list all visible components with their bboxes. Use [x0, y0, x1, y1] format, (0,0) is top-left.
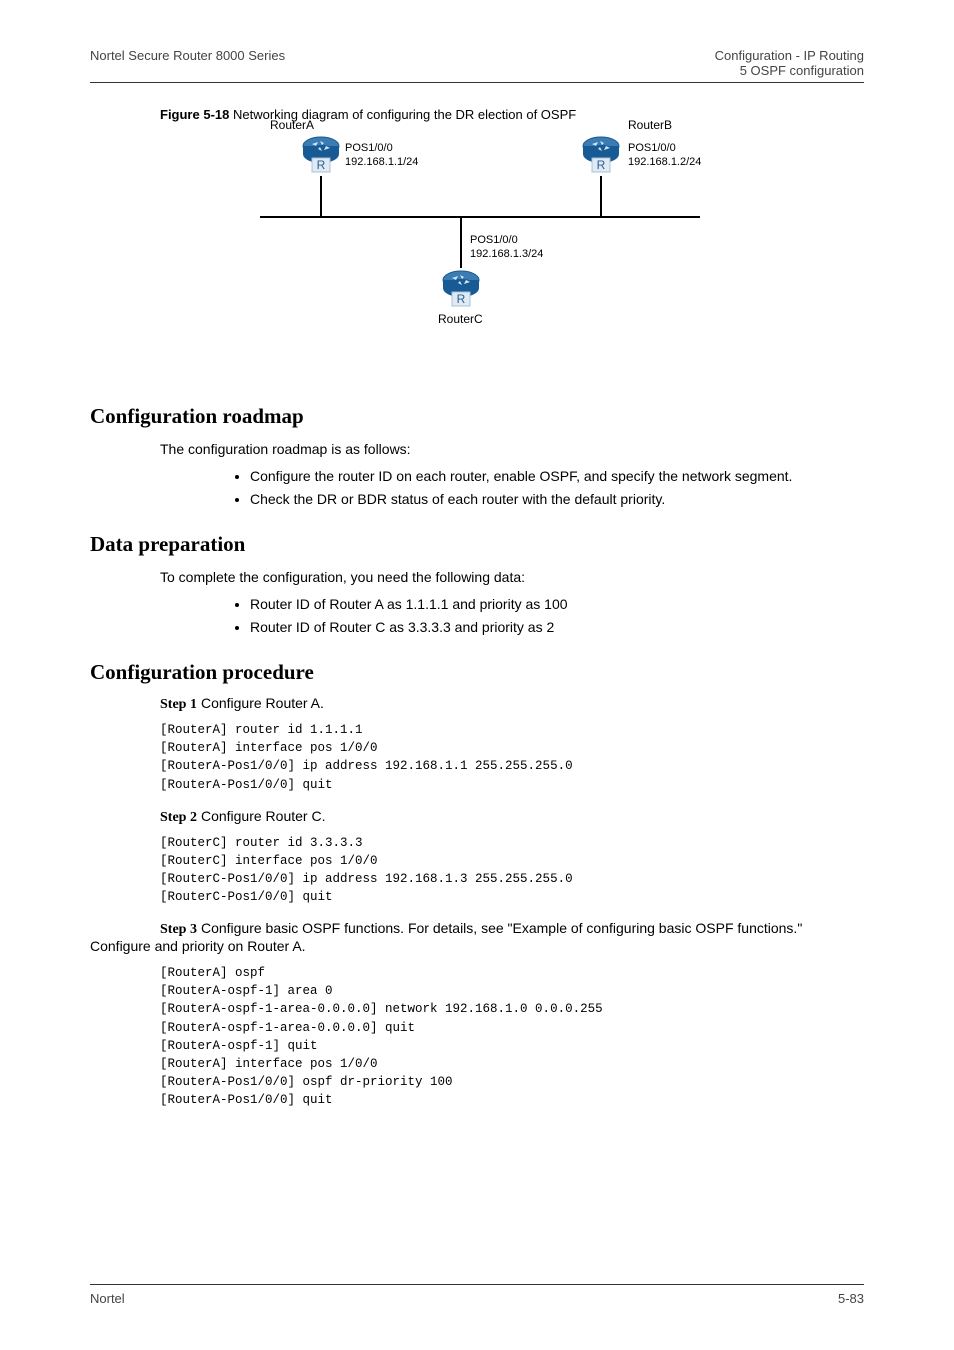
list-item: Check the DR or BDR status of each route…	[250, 488, 864, 510]
step-1-text: Configure Router A.	[201, 695, 324, 711]
dataprep-list: Router ID of Router A as 1.1.1.1 and pri…	[250, 593, 864, 638]
footer-left: Nortel	[90, 1291, 125, 1306]
header-divider	[90, 82, 864, 83]
header-right-1: Configuration - IP Routing	[715, 48, 864, 63]
step-2-text: Configure Router C.	[201, 808, 326, 824]
router-b-ip: 192.168.1.2/24	[628, 156, 701, 168]
figure-caption: Figure 5-18 Networking diagram of config…	[160, 107, 864, 122]
router-b-label: RouterB	[628, 118, 672, 132]
svg-text:R: R	[457, 292, 466, 306]
step-3-label: Step 3	[160, 922, 197, 937]
router-c-label: RouterC	[438, 312, 483, 326]
step-2-label: Step 2	[160, 810, 197, 825]
step-1-label: Step 1	[160, 697, 197, 712]
svg-text:R: R	[597, 158, 606, 172]
router-c-ip: 192.168.1.3/24	[470, 248, 543, 260]
router-icon: R	[440, 268, 482, 310]
router-a-ip: 192.168.1.1/24	[345, 156, 418, 168]
footer-divider	[90, 1284, 864, 1285]
router-a-label: RouterA	[270, 118, 314, 132]
line	[320, 176, 322, 216]
svg-text:R: R	[317, 158, 326, 172]
header-right-2: 5 OSPF configuration	[715, 63, 864, 78]
router-a-port: POS1/0/0	[345, 142, 393, 154]
line	[460, 216, 462, 268]
dataprep-heading: Data preparation	[90, 532, 864, 557]
line	[600, 176, 602, 216]
step-3-cli: [RouterA] ospf [RouterA-ospf-1] area 0 […	[160, 964, 864, 1109]
list-item: Router ID of Router A as 1.1.1.1 and pri…	[250, 593, 864, 615]
list-item: Router ID of Router C as 3.3.3.3 and pri…	[250, 616, 864, 638]
header-left: Nortel Secure Router 8000 Series	[90, 48, 285, 78]
router-icon: R	[580, 134, 622, 176]
router-b-port: POS1/0/0	[628, 142, 676, 154]
step-1-cli: [RouterA] router id 1.1.1.1 [RouterA] in…	[160, 721, 864, 794]
bus-line	[260, 216, 700, 218]
network-diagram: R RouterA POS1/0/0 192.168.1.1/24 R Rout…	[160, 134, 794, 374]
procedure-heading: Configuration procedure	[90, 660, 864, 685]
footer-right: 5-83	[838, 1291, 864, 1306]
step-3-text: Configure basic OSPF functions. For deta…	[90, 920, 802, 954]
router-icon: R	[300, 134, 342, 176]
page-header: Nortel Secure Router 8000 Series Configu…	[90, 48, 864, 78]
roadmap-heading: Configuration roadmap	[90, 404, 864, 429]
page-footer: Nortel 5-83	[90, 1284, 864, 1306]
figure-label: Figure 5-18	[160, 107, 229, 122]
list-item: Configure the router ID on each router, …	[250, 465, 864, 487]
roadmap-intro: The configuration roadmap is as follows:	[160, 439, 864, 459]
router-c-port: POS1/0/0	[470, 234, 518, 246]
roadmap-list: Configure the router ID on each router, …	[250, 465, 864, 510]
dataprep-intro: To complete the configuration, you need …	[160, 567, 864, 587]
step-2-cli: [RouterC] router id 3.3.3.3 [RouterC] in…	[160, 834, 864, 907]
